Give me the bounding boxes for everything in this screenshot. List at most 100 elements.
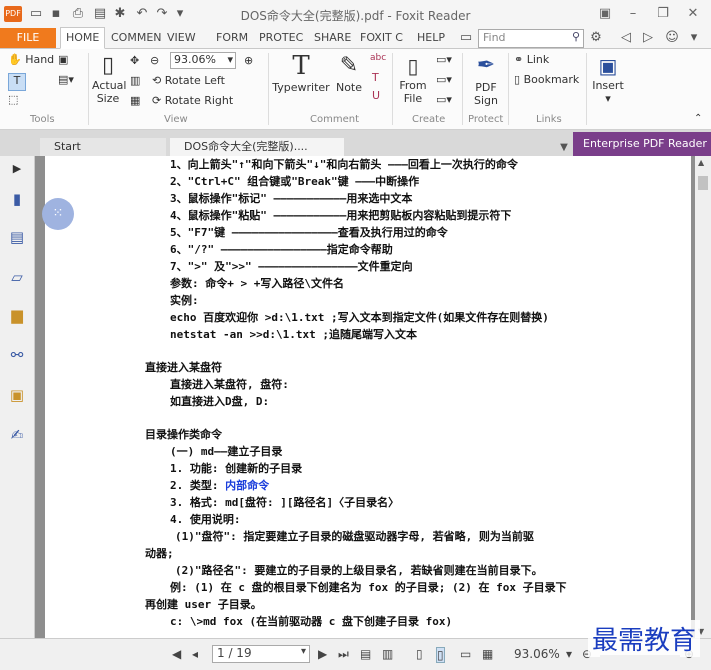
- comments-icon[interactable]: ▆: [8, 306, 26, 324]
- link-button[interactable]: ⚭ Link: [514, 53, 549, 66]
- tab-help[interactable]: HELP: [417, 28, 445, 48]
- select-area-icon[interactable]: ⬚: [8, 93, 18, 106]
- rotate-left-button[interactable]: ⟲ Rotate Left: [152, 74, 225, 87]
- two-page-icon[interactable]: ▥: [382, 647, 393, 661]
- tab-share[interactable]: SHARE: [314, 28, 351, 48]
- tab-view[interactable]: VIEW: [167, 28, 196, 48]
- attachment-icon[interactable]: ⚯: [8, 346, 26, 364]
- user-menu-icon[interactable]: ▾: [686, 30, 702, 46]
- hand-tool[interactable]: ✋ Hand: [8, 53, 54, 66]
- text-line: 2、"Ctrl+C" 组合键或"Break"键 ———中断操作: [170, 175, 420, 188]
- zoom-level: 93.06%: [514, 647, 560, 661]
- pen-icon: ✒: [476, 53, 496, 78]
- pdf-sign-button[interactable]: ✒ PDF Sign: [466, 51, 506, 107]
- text-link[interactable]: 内部命令: [225, 479, 269, 492]
- next-page-icon[interactable]: ▶: [318, 647, 327, 661]
- text-line: 例: (1) 在 c 盘的根目录下创建名为 fox 的子目录; (2) 在 fo…: [170, 581, 567, 594]
- minimize-icon[interactable]: –: [624, 5, 642, 23]
- fit-visible-icon[interactable]: ▦: [130, 94, 140, 107]
- create-blank-icon[interactable]: ▭▾: [436, 53, 452, 66]
- restore-icon[interactable]: ❐: [654, 5, 672, 23]
- user-icon[interactable]: ☺: [664, 30, 680, 46]
- facing-icon[interactable]: ▭: [460, 647, 471, 661]
- note-button[interactable]: ✎ Note: [333, 51, 365, 94]
- group-tools: Tools: [30, 114, 55, 125]
- text-line: 如直接进入D盘, D:: [170, 395, 270, 408]
- tab-file[interactable]: FILE: [0, 28, 56, 48]
- back-icon[interactable]: ◁: [618, 30, 634, 46]
- text-line: 4. 使用说明:: [170, 513, 241, 526]
- zoom-in-icon[interactable]: ⊕: [244, 54, 253, 67]
- create-clipboard-icon[interactable]: ▭▾: [436, 93, 452, 106]
- fit-page-icon[interactable]: ✥: [130, 54, 139, 67]
- search-input[interactable]: Find ⚲: [478, 29, 584, 48]
- note-icon: ✎: [339, 53, 359, 78]
- text-line: 动器;: [145, 547, 174, 560]
- zoom-menu-icon[interactable]: ▾: [566, 647, 572, 661]
- divider: [586, 53, 587, 125]
- expand-panel-icon[interactable]: ▶: [8, 160, 26, 178]
- tab-foxit-cloud[interactable]: FOXIT C: [360, 28, 403, 48]
- rotate-right-button[interactable]: ⟳ Rotate Right: [152, 94, 233, 107]
- from-file-button[interactable]: ▯ From File: [396, 53, 430, 105]
- watermark: 最需教育: [588, 620, 701, 657]
- tab-start[interactable]: Start: [40, 138, 166, 156]
- tab-form[interactable]: FORM: [216, 28, 248, 48]
- tab-comment[interactable]: COMMEN: [111, 28, 162, 48]
- ribbon: ✋ Hand ▣ T ▤▾ ⬚ Tools ▯ Actual Size ✥ ⊖ …: [0, 49, 711, 130]
- snapshot-icon[interactable]: ▣: [58, 53, 68, 66]
- zoom-select[interactable]: 93.06% ▾: [170, 52, 236, 69]
- highlight-icon[interactable]: abc: [370, 53, 386, 63]
- insert-button[interactable]: ▣ Insert ▾: [590, 53, 626, 105]
- single-page-icon[interactable]: ▯: [416, 647, 423, 661]
- section-heading: 目录操作类命令: [145, 428, 222, 441]
- strikeout-icon[interactable]: T: [372, 71, 379, 84]
- continuous-facing-icon[interactable]: ▦: [482, 647, 493, 661]
- lock-icon[interactable]: ▣: [8, 386, 26, 404]
- rotate-right-icon: ⟳: [152, 94, 162, 107]
- continuous-icon[interactable]: ▯: [436, 647, 445, 663]
- first-page-icon[interactable]: ◀: [172, 647, 181, 661]
- floating-tool-icon[interactable]: ⁙: [42, 198, 74, 230]
- tab-home[interactable]: HOME: [60, 27, 106, 49]
- underline-icon[interactable]: U: [372, 89, 380, 102]
- text-line: 直接进入某盘符, 盘符:: [170, 378, 289, 391]
- forward-icon[interactable]: ▷: [640, 30, 656, 46]
- page-view-icon[interactable]: ▤: [360, 647, 371, 661]
- select-annotation-icon[interactable]: ▤▾: [58, 73, 74, 86]
- last-page-icon[interactable]: ⏭: [338, 647, 349, 662]
- close-icon[interactable]: ✕: [684, 5, 702, 23]
- layout-icon[interactable]: ▣: [596, 5, 614, 23]
- pages-icon[interactable]: ▤: [8, 228, 26, 246]
- from-file-icon: ▯: [407, 54, 419, 78]
- search-icon[interactable]: ⚲: [572, 30, 580, 43]
- layers-icon[interactable]: ▱: [8, 268, 26, 286]
- signature-icon[interactable]: ✍: [8, 426, 26, 444]
- fit-width-icon[interactable]: ▥: [130, 74, 140, 87]
- page-icon[interactable]: ▮: [8, 190, 26, 208]
- tab-list-icon[interactable]: ▼: [556, 140, 572, 156]
- vertical-scrollbar[interactable]: ▲ ▼: [695, 156, 711, 638]
- bookmark-button[interactable]: ▯ Bookmark: [514, 73, 579, 86]
- enterprise-banner[interactable]: Enterprise PDF Reader: [573, 132, 711, 156]
- create-scanner-icon[interactable]: ▭▾: [436, 73, 452, 86]
- typewriter-button[interactable]: T Typewriter: [272, 51, 330, 94]
- scroll-up-icon[interactable]: ▲: [698, 158, 704, 167]
- zoom-out-icon[interactable]: ⊖: [150, 54, 159, 67]
- previous-page-icon[interactable]: ◂: [192, 647, 198, 661]
- tab-current-document[interactable]: DOS命令大全(完整版)....: [170, 138, 344, 156]
- text-line: 1、向上箭头"↑"和向下箭头"↓"和向右箭头 ———回看上一次执行的命令: [170, 158, 518, 171]
- group-view: View: [164, 114, 188, 125]
- text-line: 参数: 命令+ > +写入路径\文件名: [170, 277, 344, 290]
- chevron-down-icon: ▾: [605, 92, 611, 105]
- collapse-ribbon-icon[interactable]: ⌃: [694, 113, 702, 124]
- select-text-icon[interactable]: T: [8, 73, 26, 91]
- folder-search-icon[interactable]: ▭: [458, 30, 474, 46]
- scroll-thumb[interactable]: [698, 176, 708, 190]
- document-viewer: 1、向上箭头"↑"和向下箭头"↓"和向右箭头 ———回看上一次执行的命令 2、"…: [35, 156, 711, 638]
- page-input[interactable]: 1 / 19 ▾: [212, 645, 310, 663]
- tab-protect[interactable]: PROTEC: [259, 28, 303, 48]
- settings-icon[interactable]: ⚙: [588, 30, 604, 46]
- group-comment: Comment: [310, 114, 359, 125]
- actual-size-button[interactable]: ▯ Actual Size: [92, 53, 126, 105]
